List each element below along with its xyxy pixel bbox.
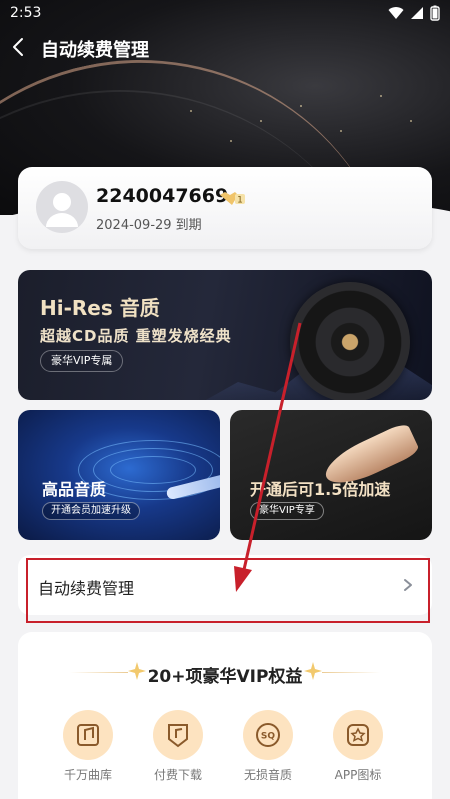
benefit-item[interactable]: 千万曲库 <box>48 710 128 783</box>
high-quality-banner[interactable]: 高品音质 开通会员加速升级 <box>18 410 220 540</box>
high-quality-banner-badge: 开通会员加速升级 <box>42 502 140 520</box>
hires-banner-badge: 豪华VIP专属 <box>40 350 124 372</box>
status-time: 2:53 <box>10 5 42 21</box>
cellular-signal-icon <box>411 7 423 19</box>
auto-renew-label: 自动续费管理 <box>38 579 135 598</box>
music-library-icon <box>63 710 113 760</box>
benefit-item[interactable]: APP图标 <box>318 710 398 783</box>
status-bar: 2:53 <box>0 0 450 26</box>
vip-benefits-section: 20+项豪华VIP权益 千万曲库 付费下载 SQ 无损音质 APP图标 <box>18 632 432 799</box>
benefit-label: 千万曲库 <box>63 768 112 782</box>
star-dot <box>260 120 262 122</box>
divider-line <box>322 672 380 673</box>
benefits-title: 20+项豪华VIP权益 <box>147 667 303 687</box>
chevron-right-icon <box>404 579 412 591</box>
vip-expire-date: 2024-09-29 到期 <box>96 218 202 233</box>
vinyl-disc-image <box>290 282 410 400</box>
status-icons <box>388 5 440 21</box>
star-dot <box>410 120 412 122</box>
hires-banner-subtitle: 超越CD品质 重塑发烧经典 <box>40 327 232 345</box>
speed-boost-banner[interactable]: 开通后可1.5倍加速 豪华VIP专享 <box>230 410 432 540</box>
benefit-label: 付费下载 <box>153 768 202 782</box>
benefit-item[interactable]: SQ 无损音质 <box>228 710 308 783</box>
page-title: 自动续费管理 <box>41 40 149 61</box>
user-info-card: 2240047669 1 2024-09-29 到期 <box>18 167 432 249</box>
star-dot <box>300 105 302 107</box>
star-dot <box>190 110 192 112</box>
back-arrow-icon[interactable] <box>8 34 30 60</box>
speed-boost-banner-title: 开通后可1.5倍加速 <box>250 480 391 499</box>
star-dot <box>230 140 232 142</box>
user-id: 2240047669 <box>96 185 229 207</box>
star-dot <box>380 95 382 97</box>
svg-text:SQ: SQ <box>261 732 275 742</box>
speed-boost-banner-badge: 豪华VIP专享 <box>250 502 324 520</box>
vip-level-number: 1 <box>237 196 243 206</box>
hires-banner-title: Hi-Res 音质 <box>40 296 160 320</box>
ripple-decoration <box>110 456 196 484</box>
high-quality-banner-title: 高品音质 <box>42 480 107 499</box>
download-music-icon <box>153 710 203 760</box>
benefit-label: 无损音质 <box>243 768 292 782</box>
top-navigation: 自动续费管理 <box>0 28 450 66</box>
sq-icon: SQ <box>243 710 293 760</box>
auto-renew-management-row[interactable]: 自动续费管理 <box>18 555 432 615</box>
avatar[interactable] <box>36 181 88 233</box>
vip-level-badge-icon: 1 <box>220 192 245 206</box>
wifi-icon <box>388 7 404 20</box>
hires-quality-banner[interactable]: Hi-Res 音质 超越CD品质 重塑发烧经典 豪华VIP专属 <box>18 270 432 400</box>
star-dot <box>340 130 342 132</box>
benefit-label: APP图标 <box>334 768 382 782</box>
benefit-item[interactable]: 付费下载 <box>138 710 218 783</box>
battery-icon <box>430 5 440 21</box>
sparkle-icon <box>304 662 322 680</box>
default-avatar-icon <box>46 193 78 227</box>
app-icon <box>333 710 383 760</box>
